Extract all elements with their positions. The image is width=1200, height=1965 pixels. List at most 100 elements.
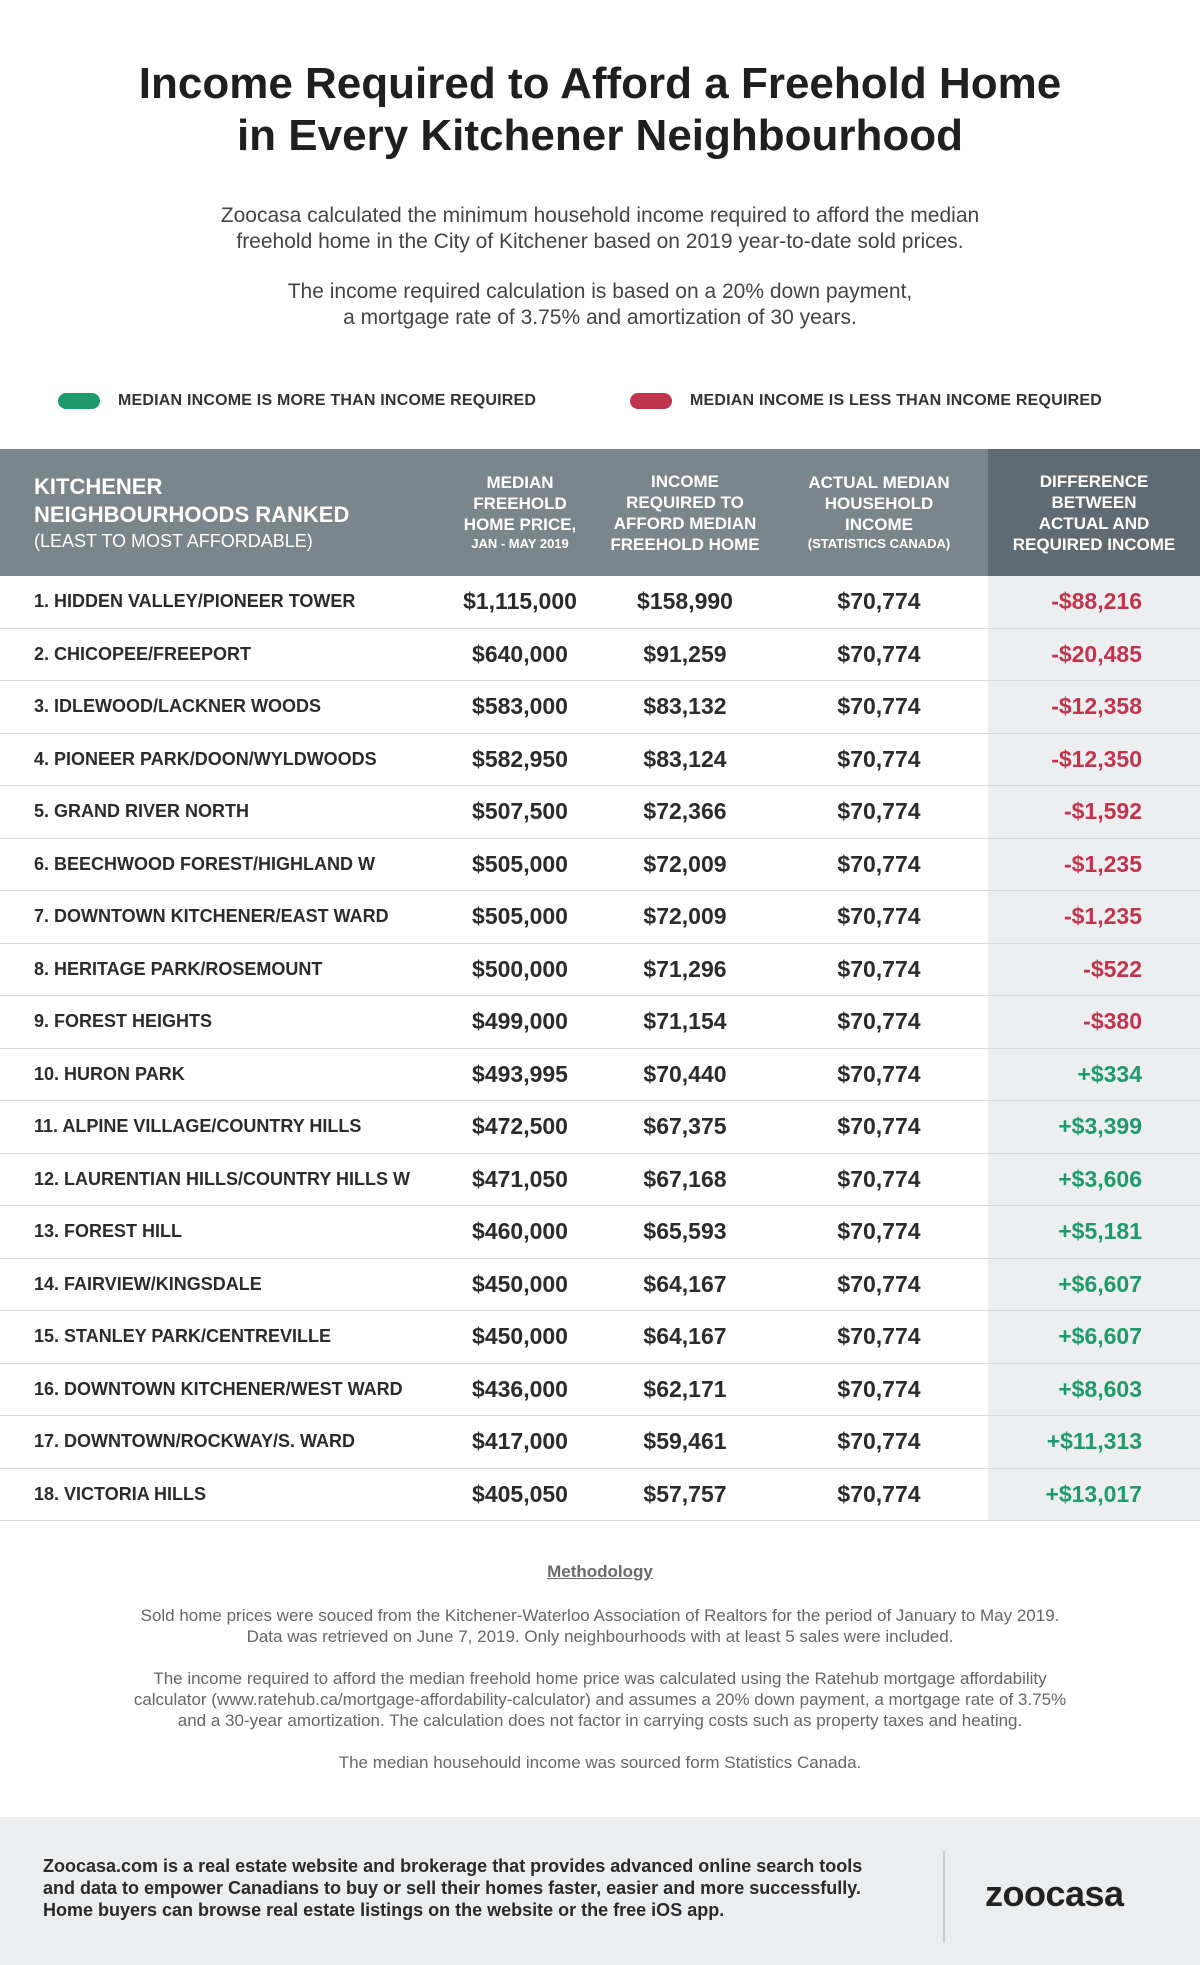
intro1-line-1: Zoocasa calculated the minimum household… [220,204,980,227]
cell-actual-income: $70,774 [770,680,988,734]
cell-difference: -$522 [988,943,1200,996]
cell-median-price: $640,000 [440,628,600,681]
cell-actual-income: $70,774 [770,1153,988,1206]
column-header-difference: DIFFERENCE BETWEEN ACTUAL AND REQUIRED I… [988,449,1200,576]
cell-required-income: $72,366 [600,785,770,839]
intro-paragraph-2: The income required calculation is based… [0,279,1200,331]
cell-neighbourhood: 9. FOREST HEIGHTS [0,995,440,1049]
methodology-line: Data was retrieved on June 7, 2019. Only… [246,1627,954,1646]
column-header-line: FREEHOLD HOME [610,534,760,554]
cell-median-price: $472,500 [440,1100,600,1154]
table-row: 4. PIONEER PARK/DOON/WYLDWOODS $582,950 $8… [0,733,1200,786]
column-header-line: REQUIRED TO [626,492,744,512]
column-header-line: REQUIRED INCOME [1012,534,1176,554]
cell-neighbourhood: 14. FAIRVIEW/KINGSDALE [0,1258,440,1311]
table-row: 8. HERITAGE PARK/ROSEMOUNT $500,000 $71,29… [0,943,1200,996]
table-header-row: KITCHENER NEIGHBOURHOODS RANKED (LEAST T… [0,449,1200,576]
column-header-neighbourhood: KITCHENER NEIGHBOURHOODS RANKED (LEAST T… [0,449,440,576]
column-header-line: BETWEEN [1051,492,1137,512]
zoocasa-logo: zoocasa [985,1873,1124,1914]
footer-line: and data to empower Canadians to buy or … [43,1878,861,1898]
page-title: Income Required to Afford a Freehold Hom… [0,58,1200,162]
cell-actual-income: $70,774 [770,785,988,839]
cell-required-income: $70,440 [600,1048,770,1101]
cell-difference: +$334 [988,1048,1200,1101]
table-row: 11. ALPINE VILLAGE/COUNTRY HILLS $472,500… [0,1100,1200,1154]
cell-required-income: $62,171 [600,1363,770,1416]
cell-median-price: $417,000 [440,1415,600,1469]
cell-difference: -$1,235 [988,838,1200,891]
column-header-line: FREEHOLD [473,494,567,513]
cell-median-price: $405,050 [440,1468,600,1521]
methodology-paragraph-1: Sold home prices were souced from the Ki… [40,1605,1160,1647]
column-header-price: MEDIAN FREEHOLD HOME PRICE, JAN - MAY 20… [440,449,600,576]
cell-required-income: $57,757 [600,1468,770,1521]
cell-median-price: $450,000 [440,1258,600,1311]
methodology-paragraph-2: The income required to afford the median… [40,1668,1160,1731]
legend-label-negative: MEDIAN INCOME IS LESS THAN INCOME REQUIR… [690,392,1102,409]
cell-actual-income: $70,774 [770,890,988,944]
cell-difference: +$6,607 [988,1310,1200,1364]
cell-required-income: $91,259 [600,628,770,681]
cell-required-income: $65,593 [600,1205,770,1259]
table-row: 17. DOWNTOWN/ROCKWAY/S. WARD $417,000 $59,… [0,1415,1200,1469]
methodology-line: calculator (www.ratehub.ca/mortgage-affo… [133,1690,1067,1709]
cell-actual-income: $70,774 [770,1100,988,1154]
footer-divider [943,1851,945,1943]
cell-required-income: $72,009 [600,838,770,891]
table-row: 14. FAIRVIEW/KINGSDALE $450,000 $64,167 $70… [0,1258,1200,1311]
table-row: 10. HURON PARK $493,995 $70,440 $70,774 +$33… [0,1048,1200,1101]
cell-actual-income: $70,774 [770,1048,988,1101]
title-line-2: in Every Kitchener Neighbourhood [236,111,964,160]
column-header-line: MEDIAN [486,473,554,492]
cell-difference: -$1,592 [988,785,1200,839]
methodology-paragraph-3: The median househould income was sourced… [338,1753,862,1772]
cell-difference: +$3,399 [988,1100,1200,1154]
affordability-table: KITCHENER NEIGHBOURHOODS RANKED (LEAST T… [0,449,1200,1521]
cell-median-price: $500,000 [440,943,600,996]
methodology-line: Sold home prices were souced from the Ki… [140,1606,1060,1625]
cell-actual-income: $70,774 [770,733,988,786]
cell-neighbourhood: 7. DOWNTOWN KITCHENER/EAST WARD [0,890,440,944]
cell-required-income: $71,154 [600,995,770,1049]
cell-neighbourhood: 4. PIONEER PARK/DOON/WYLDWOODS [0,733,440,786]
cell-difference: +$11,313 [988,1415,1200,1469]
cell-difference: -$12,350 [988,733,1200,786]
table-row: 5. GRAND RIVER NORTH $507,500 $72,366 $70,7… [0,785,1200,839]
column-header-subtitle: JAN - MAY 2019 [471,536,569,551]
cell-required-income: $71,296 [600,943,770,996]
table-header: KITCHENER NEIGHBOURHOODS RANKED (LEAST T… [0,449,1200,576]
table-row: 16. DOWNTOWN KITCHENER/WEST WARD $436,000… [0,1363,1200,1416]
cell-median-price: $471,050 [440,1153,600,1206]
cell-required-income: $83,124 [600,733,770,786]
cell-neighbourhood: 11. ALPINE VILLAGE/COUNTRY HILLS [0,1100,440,1154]
table-body: 1. HIDDEN VALLEY/PIONEER TOWER $1,115,000… [0,576,1200,1521]
cell-neighbourhood: 15. STANLEY PARK/CENTREVILLE [0,1310,440,1364]
methodology-line: and a 30-year amortization. The calculat… [177,1711,1023,1730]
cell-median-price: $499,000 [440,995,600,1049]
table-row: 2. CHICOPEE/FREEPORT $640,000 $91,259 $70,7… [0,628,1200,681]
cell-median-price: $507,500 [440,785,600,839]
column-header-line: DIFFERENCE [1039,471,1149,491]
column-header-line: INCOME [845,515,913,534]
column-header-line: INCOME [651,471,719,491]
cell-neighbourhood: 2. CHICOPEE/FREEPORT [0,628,440,681]
cell-median-price: $450,000 [440,1310,600,1364]
cell-difference: -$12,358 [988,680,1200,734]
cell-neighbourhood: 5. GRAND RIVER NORTH [0,785,440,839]
legend-item-positive: MEDIAN INCOME IS MORE THAN INCOME REQUIR… [58,392,536,410]
title-line-1: Income Required to Afford a Freehold Hom… [138,59,1062,108]
cell-median-price: $505,000 [440,838,600,891]
cell-neighbourhood: 10. HURON PARK [0,1048,440,1101]
cell-difference: +$8,603 [988,1363,1200,1416]
cell-difference: +$13,017 [988,1468,1200,1521]
cell-required-income: $67,168 [600,1153,770,1206]
cell-neighbourhood: 1. HIDDEN VALLEY/PIONEER TOWER [0,576,440,629]
legend-swatch-positive [58,393,100,409]
column-header-subtitle: (LEAST TO MOST AFFORDABLE) [34,530,313,551]
cell-difference: -$1,235 [988,890,1200,944]
cell-difference: +$5,181 [988,1205,1200,1259]
cell-difference: -$88,216 [988,576,1200,629]
cell-neighbourhood: 18. VICTORIA HILLS [0,1468,440,1521]
intro-paragraph-1: Zoocasa calculated the minimum household… [0,203,1200,255]
